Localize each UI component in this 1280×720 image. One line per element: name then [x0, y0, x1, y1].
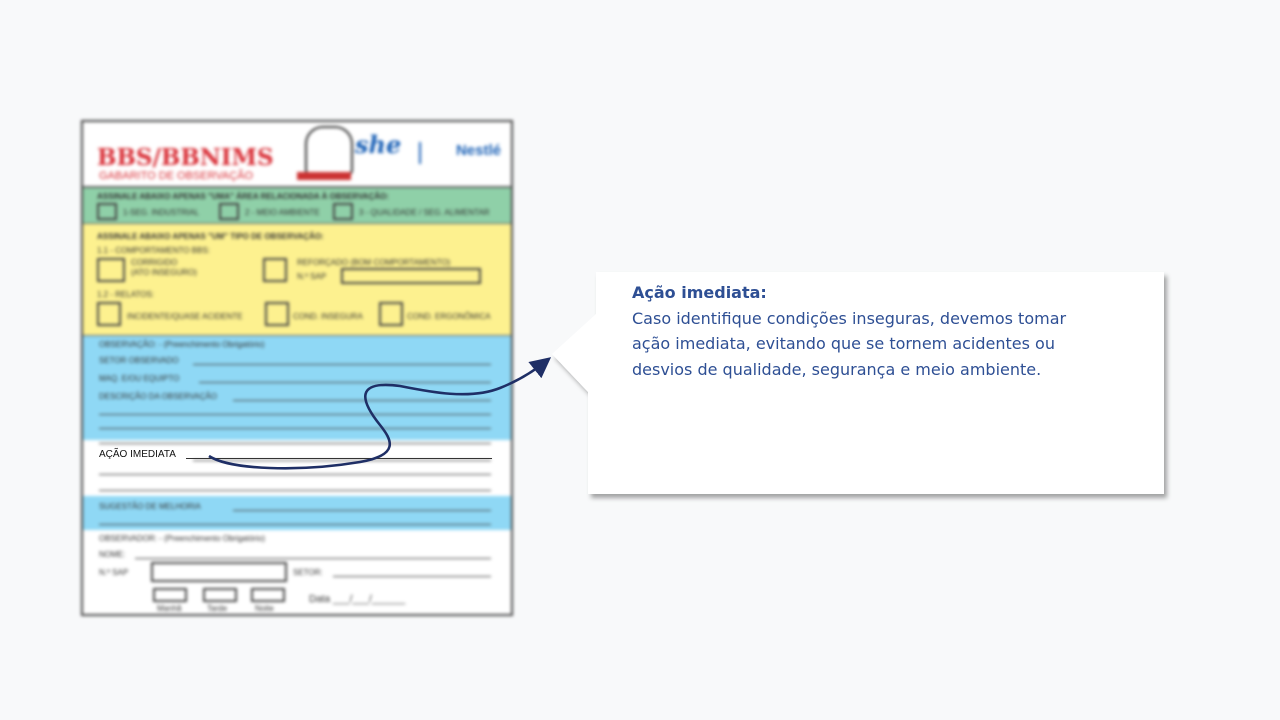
nsap-bottom-label: N.º SAP: [99, 568, 129, 577]
nestle-logo: Nestlé: [419, 142, 501, 164]
callout-title: Ação imediata:: [632, 283, 767, 302]
sap-number-boxes: [341, 268, 481, 284]
callout-line: ação imediata, evitando que se tornem ac…: [632, 334, 1055, 353]
observer-section: OBSERVADOR: - (Preenchimento Obrigatório…: [83, 530, 511, 614]
type-checkbox: [263, 258, 287, 282]
type-header: ASSINALE ABAIXO APENAS "UM" TIPO DE OBSE…: [97, 232, 324, 241]
acao-line: [186, 458, 492, 459]
sap-bottom-boxes: [151, 562, 287, 582]
area-option: 1-SEG. INDUSTRIAL: [123, 208, 200, 217]
logo-tag: [297, 172, 351, 180]
observador-label: OBSERVADOR: - (Preenchimento Obrigatório…: [99, 534, 265, 543]
form-header: BBS/BBNIMS GABARITO DE OBSERVAÇÃO she Ne…: [83, 122, 511, 188]
area-section: ASSINALE ABAIXO APENAS "UMA" ÁREA RELACI…: [83, 188, 511, 224]
corrigido-label: CORRIGIDO: [131, 258, 178, 267]
relato-checkbox: [97, 302, 121, 326]
form-title: BBS/BBNIMS: [97, 144, 274, 171]
data-label: Data ___/___/______: [309, 594, 406, 605]
relato-option: COND. INSEGURA: [293, 312, 363, 321]
sugestao-label: SUGESTÃO DE MELHORIA: [99, 502, 201, 511]
type-section: ASSINALE ABAIXO APENAS "UM" TIPO DE OBSE…: [83, 224, 511, 336]
descricao-label: DESCRIÇÃO DA OBSERVAÇÃO: [99, 392, 217, 401]
suggestion-section: SUGESTÃO DE MELHORIA: [83, 496, 511, 530]
type-sub2: 1.2 - RELATOS:: [97, 290, 155, 299]
shift-box: [153, 588, 187, 602]
relato-checkbox: [379, 302, 403, 326]
shift-label: Tarde: [207, 604, 228, 613]
shift-label: Manhã: [157, 604, 182, 613]
reforcado-label: REFORÇADO (BOM COMPORTAMENTO): [297, 258, 451, 267]
area-checkbox: [219, 203, 239, 220]
area-checkbox: [333, 203, 353, 220]
area-header: ASSINALE ABAIXO APENAS "UMA" ÁREA RELACI…: [97, 192, 389, 201]
shift-label: Noite: [255, 604, 274, 613]
observacao-label: OBSERVAÇÃO: - (Preenchimento Obrigatório…: [99, 340, 265, 349]
setor-observado-label: SETOR OBSERVADO: [99, 356, 179, 365]
area-option: 3 - QUALIDADE / SEG. ALIMENTAR: [359, 208, 490, 217]
setor-label: SETOR:: [293, 568, 323, 577]
shift-box: [203, 588, 237, 602]
she-logo: she: [355, 130, 402, 159]
observation-form-image: BBS/BBNIMS GABARITO DE OBSERVAÇÃO she Ne…: [81, 120, 513, 616]
callout-text: Ação imediata: Caso identifique condiçõe…: [632, 280, 1132, 382]
callout-line: desvios de qualidade, segurança e meio a…: [632, 359, 1042, 379]
callout-line: Caso identifique condições inseguras, de…: [632, 308, 1067, 328]
acao-imediata-label: AÇÃO IMEDIATA: [99, 449, 176, 460]
type-sub1: 1.1 - COMPORTAMENTO BBS:: [97, 246, 210, 255]
nsap-label: N.º SAP: [297, 272, 327, 281]
nome-label: NOME:: [99, 550, 126, 559]
hand-logo-icon: [305, 126, 353, 176]
relato-option: COND. ERGONÔMICA: [407, 312, 491, 321]
corrigido-sub: (ATO INSEGURO): [131, 268, 197, 277]
relato-option: INCIDENTE/QUASE ACIDENTE: [127, 312, 243, 321]
area-option: 2 - MEIO AMBIENTE: [245, 208, 320, 217]
maq-label: MAQ. E/OU EQUIPTO: [99, 374, 180, 383]
relato-checkbox: [265, 302, 289, 326]
shift-box: [251, 588, 285, 602]
observation-section: OBSERVAÇÃO: - (Preenchimento Obrigatório…: [83, 336, 511, 440]
type-checkbox: [97, 258, 125, 282]
area-checkbox: [97, 203, 117, 220]
form-subtitle: GABARITO DE OBSERVAÇÃO: [99, 170, 254, 182]
